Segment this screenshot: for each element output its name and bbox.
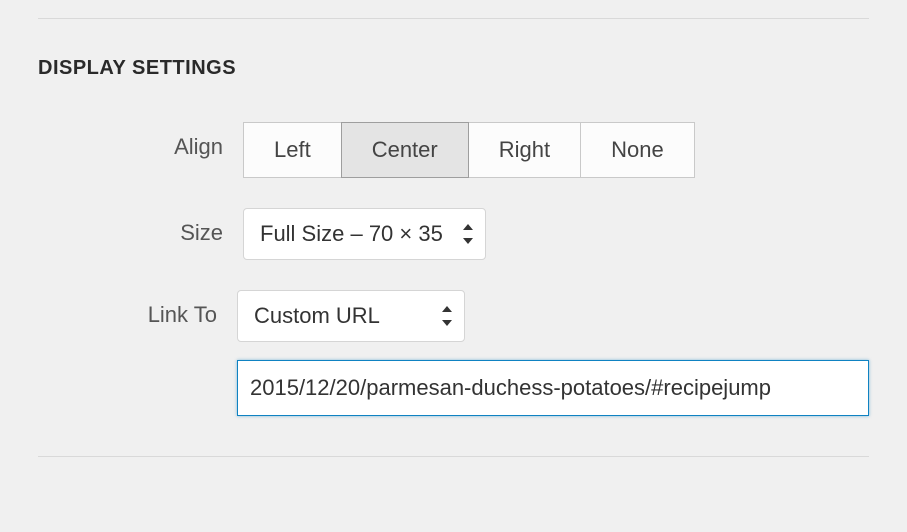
top-divider [38, 18, 869, 19]
updown-icon [440, 306, 454, 326]
bottom-divider [38, 456, 869, 457]
align-left-button[interactable]: Left [243, 122, 342, 178]
align-none-button[interactable]: None [580, 122, 695, 178]
linkto-row: Link To Custom URL [38, 290, 869, 416]
linkto-select-value: Custom URL [238, 291, 388, 341]
linkto-url-input[interactable] [237, 360, 869, 416]
linkto-select[interactable]: Custom URL [237, 290, 465, 342]
size-row: Size Full Size – 70 × 35 [38, 208, 869, 260]
align-button-group: Left Center Right None [243, 122, 869, 178]
align-right-button[interactable]: Right [468, 122, 581, 178]
align-label: Align [38, 122, 243, 160]
size-select-value: Full Size – 70 × 35 [244, 209, 451, 259]
size-label: Size [38, 208, 243, 246]
align-row: Align Left Center Right None [38, 122, 869, 178]
size-select[interactable]: Full Size – 70 × 35 [243, 208, 486, 260]
align-center-button[interactable]: Center [341, 122, 469, 178]
section-title: DISPLAY SETTINGS [38, 57, 869, 80]
updown-icon [461, 224, 475, 244]
linkto-label: Link To [38, 290, 237, 328]
